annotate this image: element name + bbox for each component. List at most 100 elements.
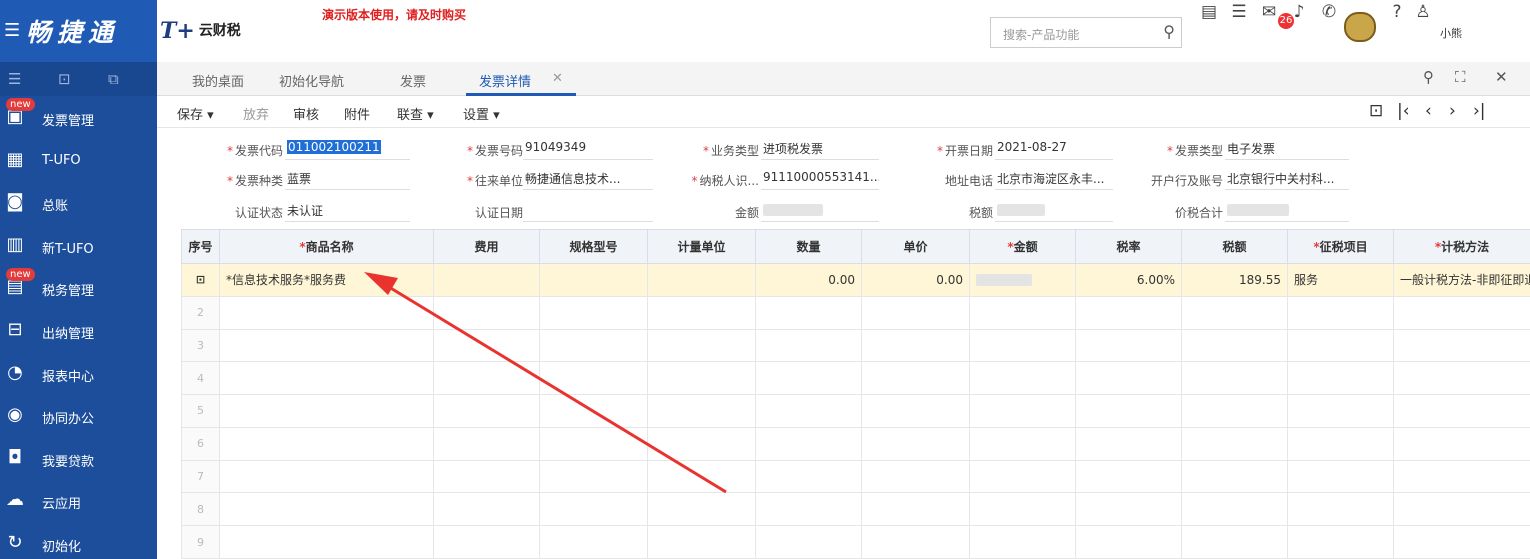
- tax-amount-cell[interactable]: 189.55: [1181, 263, 1288, 297]
- sidebar-item-tufo[interactable]: ▦ T-UFO: [0, 139, 157, 182]
- last-record-icon[interactable]: ›|: [1473, 101, 1486, 121]
- user-icon[interactable]: ♙: [1412, 2, 1434, 22]
- total-field[interactable]: [1225, 202, 1349, 222]
- address-field[interactable]: 北京市海淀区永丰...: [995, 170, 1113, 190]
- sidebar-item-tax[interactable]: ▤ new 税务管理: [0, 266, 157, 309]
- unit-price-cell[interactable]: 0.00: [861, 263, 970, 297]
- discard-button[interactable]: 放弃: [243, 104, 269, 123]
- table-row[interactable]: 3: [181, 328, 1530, 363]
- sidebar-item-label: T-UFO: [42, 152, 81, 168]
- sidebar-list-icon[interactable]: ☰: [8, 70, 21, 88]
- tax-rate-cell[interactable]: 6.00%: [1075, 263, 1182, 297]
- cert-status-field[interactable]: 未认证: [285, 202, 410, 222]
- table-row[interactable]: 2: [181, 295, 1530, 330]
- col-header-tax-amount[interactable]: 税额: [1181, 229, 1288, 264]
- sidebar-item-label: 税务管理: [42, 284, 95, 300]
- maximize-icon[interactable]: ⛶: [1455, 68, 1466, 86]
- sidebar-item-cloud[interactable]: ☁ 云应用: [0, 479, 157, 522]
- mascot-icon[interactable]: [1344, 12, 1376, 42]
- sidebar-item-cashier[interactable]: ⊟ 出纳管理: [0, 309, 157, 352]
- help-icon[interactable]: ?: [1386, 2, 1408, 22]
- col-header-seq[interactable]: 序号: [181, 229, 220, 264]
- message-icon[interactable]: ✉: [1258, 2, 1280, 22]
- settings-label: 设置: [463, 108, 490, 123]
- tab-invoice-detail[interactable]: 发票详情: [479, 71, 531, 90]
- col-header-quantity[interactable]: 数量: [755, 229, 862, 264]
- tax-field[interactable]: [995, 202, 1113, 222]
- tab-close-icon[interactable]: ✕: [552, 71, 563, 86]
- sidebar-item-report-center[interactable]: ◔ 报表中心: [0, 352, 157, 395]
- tab-init-guide[interactable]: 初始化导航: [279, 71, 344, 90]
- save-doc-icon[interactable]: ▤: [1198, 2, 1220, 22]
- biz-type-field[interactable]: 进项税发票: [761, 140, 879, 160]
- sidebar-item-init[interactable]: ↻ 初始化: [0, 522, 157, 559]
- col-header-tax-method[interactable]: *计税方法: [1393, 229, 1530, 264]
- tax-item-cell[interactable]: 服务: [1287, 263, 1394, 297]
- sidebar-item-collab[interactable]: ◉ 协同办公: [0, 394, 157, 437]
- col-header-unit[interactable]: 计量单位: [647, 229, 756, 264]
- prev-record-icon[interactable]: ‹: [1425, 101, 1432, 121]
- col-header-unit-price[interactable]: 单价: [861, 229, 970, 264]
- label-text: 纳税人识...: [699, 174, 759, 188]
- spec-cell[interactable]: [539, 263, 648, 297]
- col-header-goods-name[interactable]: *商品名称: [219, 229, 434, 264]
- unit-cell[interactable]: [647, 263, 756, 297]
- sidebar-search-icon[interactable]: ⊡: [58, 70, 71, 88]
- amount-cell[interactable]: [969, 263, 1076, 297]
- invoice-kind-field[interactable]: 蓝票: [285, 170, 410, 190]
- cert-date-field[interactable]: [523, 202, 653, 222]
- table-row[interactable]: ⊡ *信息技术服务*服务费 0.00 0.00 6.00% 189.55 服务 …: [181, 263, 1530, 297]
- col-header-tax-item[interactable]: *征税项目: [1287, 229, 1394, 264]
- tab-my-desktop[interactable]: 我的桌面: [192, 71, 244, 90]
- linked-query-button[interactable]: 联查 ▾: [397, 104, 434, 123]
- phone-icon[interactable]: ✆: [1318, 2, 1340, 22]
- settings-button[interactable]: 设置 ▾: [463, 104, 500, 123]
- close-icon[interactable]: ✕: [1495, 68, 1508, 86]
- table-row[interactable]: 8: [181, 492, 1530, 527]
- col-header-amount[interactable]: *金额: [969, 229, 1076, 264]
- cashier-icon: ⊟: [7, 318, 23, 340]
- invoice-type-field[interactable]: 电子发票: [1225, 140, 1349, 160]
- table-row[interactable]: 6: [181, 426, 1530, 461]
- list-icon[interactable]: ☰: [1228, 2, 1250, 22]
- invoice-code-field[interactable]: 011002100211: [285, 140, 410, 160]
- audit-button[interactable]: 审核: [293, 104, 319, 123]
- sidebar-item-invoice[interactable]: ▣ new 发票管理: [0, 96, 157, 139]
- taxpayer-id-field[interactable]: 91110000553141...: [761, 170, 879, 190]
- bell-icon[interactable]: ♪: [1288, 2, 1310, 22]
- demo-notice[interactable]: 演示版本使用，请及时购买: [322, 6, 466, 23]
- tab-invoice[interactable]: 发票: [400, 71, 426, 90]
- amount-field[interactable]: [761, 202, 879, 222]
- sidebar-export-icon[interactable]: ⧉: [108, 70, 119, 88]
- quantity-cell[interactable]: 0.00: [755, 263, 862, 297]
- table-row[interactable]: 5: [181, 394, 1530, 428]
- col-header-spec[interactable]: 规格型号: [539, 229, 648, 264]
- sidebar-item-loan[interactable]: ◘ 我要贷款: [0, 437, 157, 480]
- tax-method-cell[interactable]: 一般计税方法-非即征即退: [1393, 263, 1530, 297]
- table-row[interactable]: 7: [181, 459, 1530, 494]
- partner-field[interactable]: 畅捷通信息技术...: [523, 170, 653, 190]
- search-icon[interactable]: ⚲: [1163, 22, 1175, 41]
- hamburger-menu-icon[interactable]: ☰: [4, 20, 20, 41]
- product-search-input[interactable]: 搜索-产品功能 ⚲: [990, 17, 1182, 48]
- invoice-no-field[interactable]: 91049349: [523, 140, 653, 160]
- first-record-icon[interactable]: |‹: [1397, 101, 1410, 121]
- expense-cell[interactable]: [433, 263, 540, 297]
- locate-icon[interactable]: ⊡: [1369, 101, 1383, 121]
- goods-name-cell[interactable]: *信息技术服务*服务费: [219, 263, 434, 297]
- sidebar-item-new-tufo[interactable]: ▥ 新T-UFO: [0, 224, 157, 267]
- issue-date-field[interactable]: 2021-08-27: [995, 140, 1113, 160]
- bank-field[interactable]: 北京银行中关村科...: [1225, 170, 1349, 190]
- search-icon[interactable]: ⚲: [1423, 68, 1434, 86]
- save-button[interactable]: 保存 ▾: [177, 104, 214, 123]
- next-record-icon[interactable]: ›: [1449, 101, 1456, 121]
- col-header-expense[interactable]: 费用: [433, 229, 540, 264]
- table-row[interactable]: 9: [181, 525, 1530, 559]
- row-action-icon[interactable]: ⊡: [181, 263, 220, 297]
- sidebar-item-ledger[interactable]: ◙ 总账: [0, 181, 157, 224]
- sidebar-item-label: 总账: [42, 199, 69, 215]
- col-header-tax-rate[interactable]: 税率: [1075, 229, 1182, 264]
- attachment-button[interactable]: 附件: [344, 104, 370, 123]
- user-name[interactable]: 小熊: [1440, 25, 1462, 41]
- table-row[interactable]: 4: [181, 361, 1530, 396]
